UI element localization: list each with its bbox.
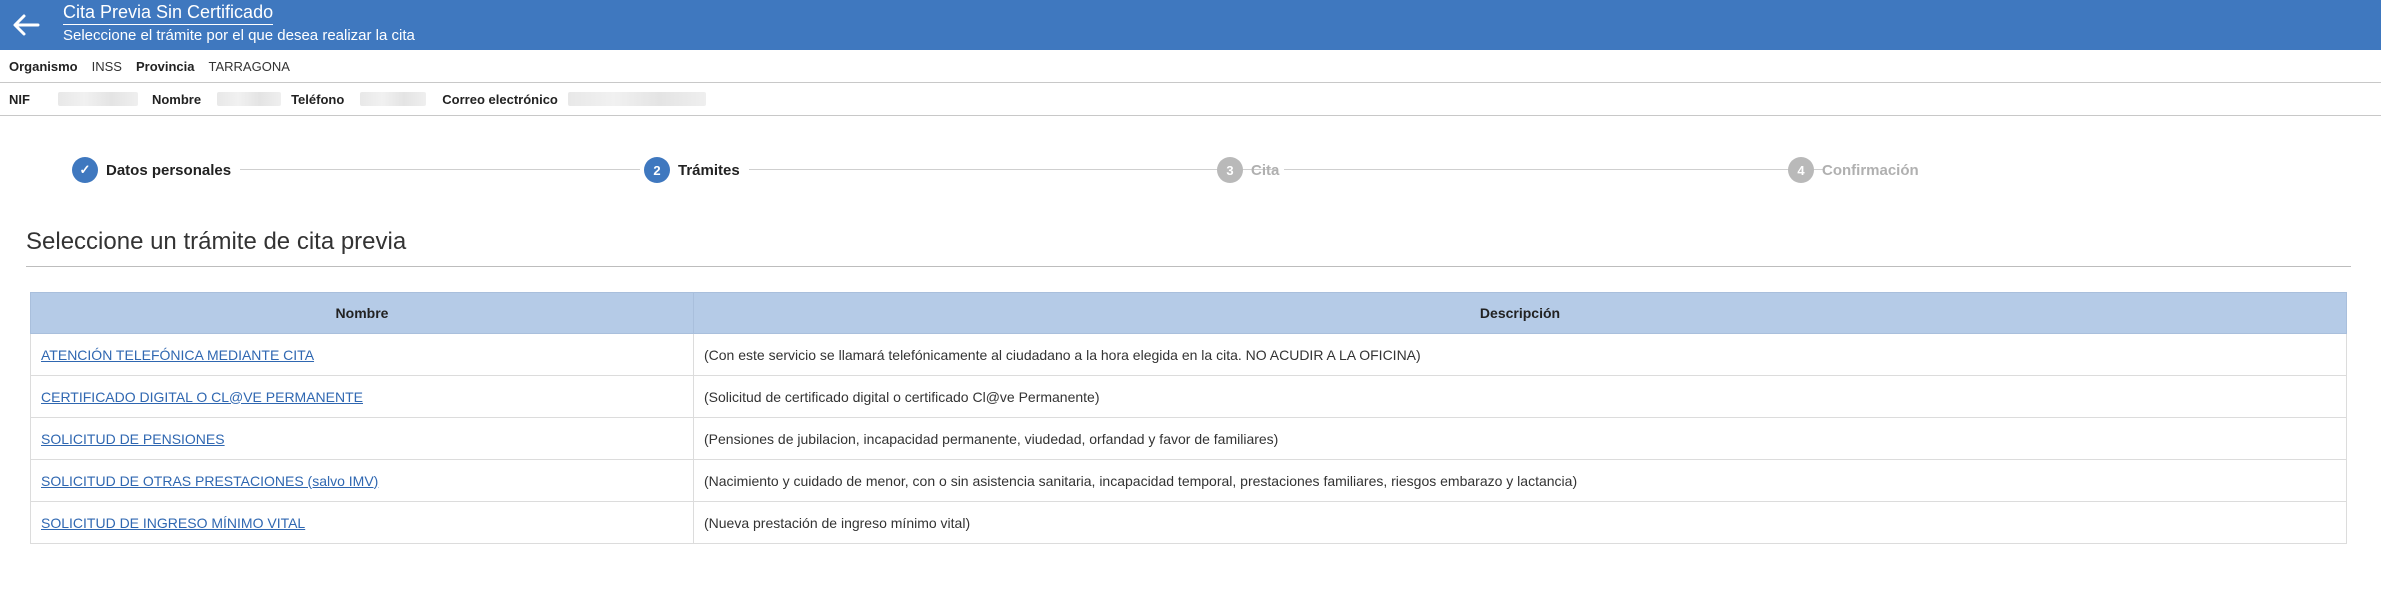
procedure-link-certificado-digital[interactable]: CERTIFICADO DIGITAL O CL@VE PERMANENTE [41,389,363,405]
table-cell-name: CERTIFICADO DIGITAL O CL@VE PERMANENTE [30,375,694,418]
table-cell-name: SOLICITUD DE PENSIONES [30,417,694,460]
procedures-table: Nombre Descripción ATENCIÓN TELEFÓNICA M… [30,292,2347,544]
procedure-link-ingreso-minimo-vital[interactable]: SOLICITUD DE INGRESO MÍNIMO VITAL [41,515,305,531]
provincia-label: Provincia [135,58,195,74]
column-header-nombre: Nombre [30,292,694,334]
nif-value-redacted [57,92,138,106]
table-cell-name: ATENCIÓN TELEFÓNICA MEDIANTE CITA [30,333,694,376]
organism-bar: Organismo INSS Provincia TARRAGONA [0,50,2381,83]
table-cell-name: SOLICITUD DE INGRESO MÍNIMO VITAL [30,501,694,544]
app-header: Cita Previa Sin Certificado Seleccione e… [0,0,2381,50]
telefono-label: Teléfono [291,91,345,107]
table-row: SOLICITUD DE OTRAS PRESTACIONES (salvo I… [30,459,2347,502]
table-cell-description: (Pensiones de jubilacion, incapacidad pe… [693,417,2347,460]
step-tramites: 2 Trámites [644,156,740,184]
nif-label: NIF [9,91,30,107]
progress-stepper: ✓ Datos personales 2 Trámites 3 Cita 4 C… [72,156,1922,184]
procedure-link-pensiones[interactable]: SOLICITUD DE PENSIONES [41,431,225,447]
step-datos-personales: ✓ Datos personales [72,156,231,184]
section-divider [26,266,2351,267]
procedure-link-otras-prestaciones[interactable]: SOLICITUD DE OTRAS PRESTACIONES (salvo I… [41,473,378,489]
column-header-descripcion: Descripción [693,292,2347,334]
step-label: Trámites [678,161,740,179]
step-label: Confirmación [1822,161,1919,179]
stepper-connector [240,169,640,170]
step-label: Datos personales [106,161,232,179]
table-row: CERTIFICADO DIGITAL O CL@VE PERMANENTE (… [30,375,2347,418]
table-row: SOLICITUD DE INGRESO MÍNIMO VITAL (Nueva… [30,501,2347,544]
section-title: Seleccione un trámite de cita previa [26,228,407,255]
check-icon: ✓ [72,157,98,183]
correo-value-redacted [567,92,706,106]
organismo-label: Organismo [9,58,78,74]
table-row: ATENCIÓN TELEFÓNICA MEDIANTE CITA (Con e… [30,333,2347,376]
step-number: 3 [1217,157,1243,183]
stepper-connector [1284,169,1824,170]
provincia-value: TARRAGONA [208,58,290,74]
step-label: Cita [1251,161,1280,179]
step-cita: 3 Cita [1217,156,1279,184]
telefono-value-redacted [360,92,427,106]
step-confirmacion: 4 Confirmación [1788,156,1919,184]
table-header-row: Nombre Descripción [30,292,2347,334]
step-number: 2 [644,157,670,183]
procedure-link-atencion-telefonica[interactable]: ATENCIÓN TELEFÓNICA MEDIANTE CITA [41,347,314,363]
table-cell-description: (Con este servicio se llamará telefónica… [693,333,2347,376]
table-cell-description: (Nacimiento y cuidado de menor, con o si… [693,459,2347,502]
page-title: Cita Previa Sin Certificado [63,1,274,25]
correo-label: Correo electrónico [442,91,558,107]
back-arrow-icon[interactable] [10,10,42,40]
stepper-connector [749,169,1276,170]
nombre-label: Nombre [151,91,202,107]
user-data-bar: NIF Nombre Teléfono Correo electrónico [0,83,2381,116]
organismo-value: INSS [91,58,122,74]
step-number: 4 [1788,157,1814,183]
table-cell-description: (Nueva prestación de ingreso mínimo vita… [693,501,2347,544]
table-cell-name: SOLICITUD DE OTRAS PRESTACIONES (salvo I… [30,459,694,502]
table-row: SOLICITUD DE PENSIONES (Pensiones de jub… [30,417,2347,460]
table-cell-description: (Solicitud de certificado digital o cert… [693,375,2347,418]
page-subtitle: Seleccione el trámite por el que desea r… [63,27,415,44]
nombre-value-redacted [217,92,282,106]
